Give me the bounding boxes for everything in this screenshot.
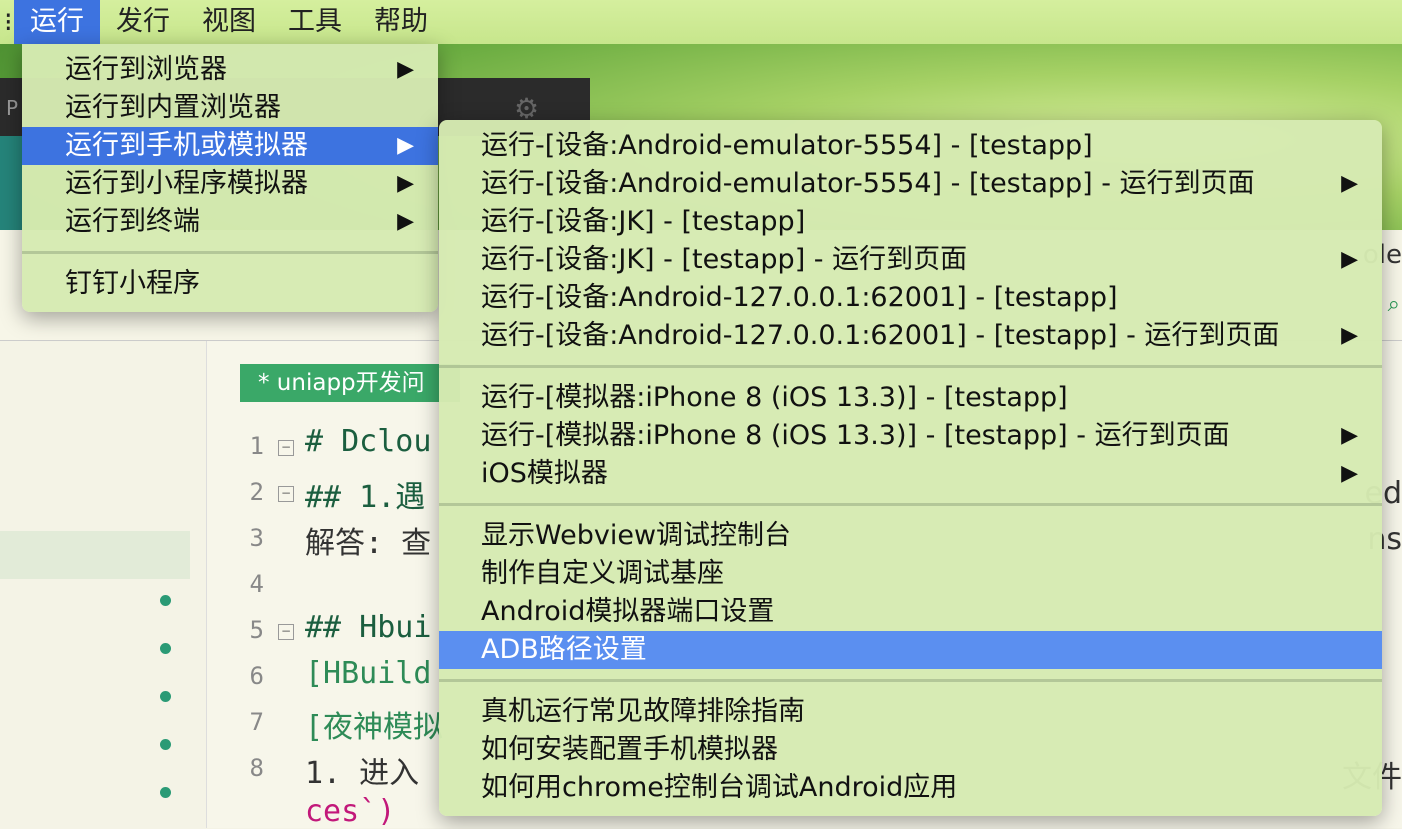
triangle-right-icon: ▶ xyxy=(397,165,414,203)
menu-item-label: 运行到手机或模拟器 xyxy=(65,127,308,165)
line-number: 8 xyxy=(240,754,264,782)
submenu-item[interactable]: 显示Webview调试控制台 xyxy=(439,517,1382,555)
submenu-item[interactable]: 运行-[设备:JK] - [testapp] - 运行到页面 ▶ xyxy=(439,241,1382,279)
menu-item-label: 运行到小程序模拟器 xyxy=(65,165,308,203)
menu-view[interactable]: 视图 xyxy=(186,0,272,44)
line-number: 6 xyxy=(240,662,264,690)
triangle-right-icon: ▶ xyxy=(1341,165,1358,203)
run-menu: 运行到浏览器 ▶ 运行到内置浏览器 运行到手机或模拟器 ▶ 运行到小程序模拟器 … xyxy=(22,44,438,312)
menu-item-run-device[interactable]: 运行到手机或模拟器 ▶ xyxy=(22,127,438,165)
submenu-item[interactable]: 制作自定义调试基座 xyxy=(439,555,1382,593)
menu-item-label: 运行到内置浏览器 xyxy=(65,89,281,127)
triangle-right-icon: ▶ xyxy=(397,51,414,89)
submenu-item-adb-path[interactable]: ADB路径设置 xyxy=(439,631,1382,669)
menu-bar: ⁝ 运行 发行 视图 工具 帮助 xyxy=(0,0,1402,44)
submenu-item-label: 运行-[设备:JK] - [testapp] xyxy=(481,203,805,241)
code-line: # Dclou xyxy=(305,424,431,459)
submenu-item-label: 运行-[设备:Android-127.0.0.1:62001] - [testa… xyxy=(481,279,1118,317)
menu-separator xyxy=(439,365,1382,368)
submenu-item-label: 运行-[设备:JK] - [testapp] - 运行到页面 xyxy=(481,241,967,279)
submenu-item[interactable]: iOS模拟器 ▶ xyxy=(439,455,1382,493)
search-icon[interactable]: ⌕ xyxy=(1388,292,1400,317)
line-number: 1 xyxy=(240,432,264,460)
fold-icon[interactable]: − xyxy=(278,440,294,456)
menu-publish[interactable]: 发行 xyxy=(100,0,186,44)
menubar-edge: ⁝ xyxy=(0,7,14,38)
code-line: [HBuild xyxy=(305,656,431,691)
submenu-item[interactable]: 运行-[模拟器:iPhone 8 (iOS 13.3)] - [testapp]… xyxy=(439,417,1382,455)
code-line: 解答: 查 xyxy=(305,518,431,562)
line-number: 3 xyxy=(240,524,264,552)
triangle-right-icon: ▶ xyxy=(397,127,414,165)
submenu-item[interactable]: 运行-[设备:Android-127.0.0.1:62001] - [testa… xyxy=(439,317,1382,355)
outline-dot-icon[interactable] xyxy=(160,739,171,750)
submenu-item-label: 显示Webview调试控制台 xyxy=(481,517,791,555)
menu-item-run-browser[interactable]: 运行到浏览器 ▶ xyxy=(22,51,438,89)
file-tab[interactable]: * uniapp开发问 xyxy=(240,364,460,402)
submenu-item[interactable]: 真机运行常见故障排除指南 xyxy=(439,693,1382,731)
submenu-item[interactable]: 运行-[设备:Android-emulator-5554] - [testapp… xyxy=(439,165,1382,203)
submenu-item-label: Android模拟器端口设置 xyxy=(481,593,774,631)
device-submenu: 运行-[设备:Android-emulator-5554] - [testapp… xyxy=(439,120,1382,816)
submenu-item[interactable]: 运行-[设备:Android-127.0.0.1:62001] - [testa… xyxy=(439,279,1382,317)
fold-icon[interactable]: − xyxy=(278,486,294,502)
triangle-right-icon: ▶ xyxy=(1341,455,1358,493)
menu-item-run-miniprogram[interactable]: 运行到小程序模拟器 ▶ xyxy=(22,165,438,203)
outline-dot-icon[interactable] xyxy=(160,643,171,654)
menu-separator xyxy=(439,503,1382,506)
submenu-item-label: ADB路径设置 xyxy=(481,631,647,669)
submenu-item-label: iOS模拟器 xyxy=(481,455,608,493)
outline-dot-icon[interactable] xyxy=(160,691,171,702)
menu-item-run-builtin-browser[interactable]: 运行到内置浏览器 xyxy=(22,89,438,127)
submenu-item-label: 制作自定义调试基座 xyxy=(481,555,724,593)
submenu-item[interactable]: 运行-[设备:Android-emulator-5554] - [testapp… xyxy=(439,127,1382,165)
menu-item-run-terminal[interactable]: 运行到终端 ▶ xyxy=(22,203,438,241)
menu-item-label: 运行到终端 xyxy=(65,203,200,241)
submenu-item-label: 运行-[设备:Android-emulator-5554] - [testapp… xyxy=(481,165,1255,203)
submenu-item-label: 运行-[模拟器:iPhone 8 (iOS 13.3)] - [testapp] xyxy=(481,379,1068,417)
menu-item-dingtalk[interactable]: 钉钉小程序 xyxy=(22,265,438,303)
toolbar-letter: P xyxy=(6,96,18,120)
triangle-right-icon: ▶ xyxy=(1341,317,1358,355)
submenu-item-label: 真机运行常见故障排除指南 xyxy=(481,693,805,731)
submenu-item-label: 如何用chrome控制台调试Android应用 xyxy=(481,769,957,807)
outline-dot-icon[interactable] xyxy=(160,787,171,798)
submenu-item[interactable]: 运行-[设备:JK] - [testapp] xyxy=(439,203,1382,241)
code-line: ## Hbui xyxy=(305,610,431,645)
menu-item-label: 钉钉小程序 xyxy=(65,265,200,303)
submenu-item-label: 运行-[设备:Android-emulator-5554] - [testapp… xyxy=(481,127,1093,165)
submenu-item-label: 如何安装配置手机模拟器 xyxy=(481,731,778,769)
submenu-item-label: 运行-[模拟器:iPhone 8 (iOS 13.3)] - [testapp]… xyxy=(481,417,1230,455)
submenu-item[interactable]: 如何用chrome控制台调试Android应用 xyxy=(439,769,1382,807)
code-line: 1. 进入 xyxy=(305,748,419,792)
submenu-item-label: 运行-[设备:Android-127.0.0.1:62001] - [testa… xyxy=(481,317,1279,355)
line-number: 4 xyxy=(240,570,264,598)
menu-tools[interactable]: 工具 xyxy=(272,0,358,44)
line-number: 7 xyxy=(240,708,264,736)
code-line: [夜神模拟 xyxy=(305,702,443,746)
side-accent xyxy=(0,136,22,236)
code-line: ces`) xyxy=(305,794,395,829)
fold-icon[interactable]: − xyxy=(278,624,294,640)
menu-separator xyxy=(439,679,1382,682)
sidebar-selected-row[interactable] xyxy=(0,531,190,579)
submenu-item[interactable]: 运行-[模拟器:iPhone 8 (iOS 13.3)] - [testapp] xyxy=(439,379,1382,417)
triangle-right-icon: ▶ xyxy=(1341,417,1358,455)
line-number: 2 xyxy=(240,478,264,506)
code-line: ## 1.遇 xyxy=(305,472,425,516)
outline-dot-icon[interactable] xyxy=(160,595,171,606)
menu-run[interactable]: 运行 xyxy=(14,0,100,44)
menu-help[interactable]: 帮助 xyxy=(358,0,444,44)
menu-item-label: 运行到浏览器 xyxy=(65,51,227,89)
triangle-right-icon: ▶ xyxy=(397,203,414,241)
menu-separator xyxy=(22,251,438,254)
line-number: 5 xyxy=(240,616,264,644)
submenu-item[interactable]: Android模拟器端口设置 xyxy=(439,593,1382,631)
submenu-item[interactable]: 如何安装配置手机模拟器 xyxy=(439,731,1382,769)
triangle-right-icon: ▶ xyxy=(1341,241,1358,279)
project-sidebar xyxy=(0,341,207,828)
